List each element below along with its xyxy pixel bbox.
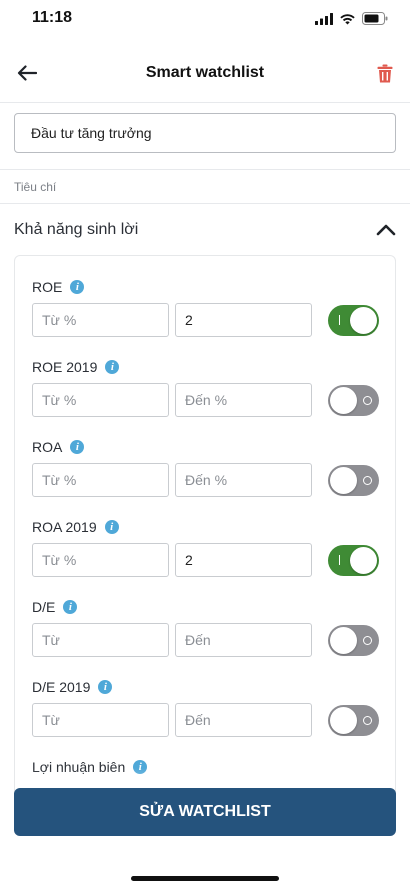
criteria-label: Tiêu chí <box>14 180 57 194</box>
name-divider <box>0 169 410 170</box>
info-icon[interactable]: i <box>70 280 85 294</box>
info-icon[interactable]: i <box>105 360 120 374</box>
criterion-toggle[interactable] <box>328 545 379 576</box>
criterion-de: D/E i <box>15 597 395 677</box>
criteria-card: ROE i ROE 2019 i ROA i ROA 2019 i <box>14 255 396 815</box>
from-input[interactable] <box>32 303 169 337</box>
criterion-toggle[interactable] <box>328 305 379 336</box>
to-input[interactable] <box>175 303 312 337</box>
info-icon[interactable]: i <box>70 440 85 454</box>
criterion-de-2019: D/E 2019 i <box>15 677 395 757</box>
info-icon[interactable]: i <box>63 600 78 614</box>
to-input[interactable] <box>175 463 312 497</box>
criterion-roe-2019: ROE 2019 i <box>15 357 395 437</box>
navigation-bar: Smart watchlist <box>0 46 410 100</box>
home-indicator <box>131 876 279 881</box>
criterion-toggle[interactable] <box>328 385 379 416</box>
status-time: 11:18 <box>32 9 73 26</box>
to-input[interactable] <box>175 623 312 657</box>
to-input[interactable] <box>175 703 312 737</box>
wifi-icon <box>340 13 355 24</box>
edit-watchlist-button[interactable]: SỬA WATCHLIST <box>14 788 396 836</box>
section-title: Khả năng sinh lời <box>14 221 139 238</box>
criterion-roe: ROE i <box>15 277 395 357</box>
criterion-roa-2019: ROA 2019 i <box>15 517 395 597</box>
from-input[interactable] <box>32 703 169 737</box>
from-input[interactable] <box>32 543 169 577</box>
criterion-roa: ROA i <box>15 437 395 517</box>
criterion-label: ROE 2019 <box>32 359 98 375</box>
criterion-label: ROA <box>32 439 63 455</box>
status-bar: 11:18 <box>0 0 410 40</box>
criterion-label: ROA 2019 <box>32 519 97 535</box>
criterion-toggle[interactable] <box>328 625 379 656</box>
delete-watchlist-button[interactable] <box>370 58 400 88</box>
trash-icon <box>377 64 393 82</box>
from-input[interactable] <box>32 623 169 657</box>
to-input[interactable] <box>175 543 312 577</box>
battery-icon <box>362 12 388 25</box>
criterion-toggle[interactable] <box>328 705 379 736</box>
chevron-up-icon <box>376 224 396 236</box>
header-divider <box>0 102 410 103</box>
section-header-profitability[interactable]: Khả năng sinh lời <box>0 204 410 254</box>
cellular-signal-icon <box>315 12 333 25</box>
status-icons <box>315 12 388 25</box>
info-icon[interactable]: i <box>98 680 113 694</box>
criterion-label: D/E <box>32 599 56 615</box>
criterion-toggle[interactable] <box>328 465 379 496</box>
criterion-label: D/E 2019 <box>32 679 91 695</box>
watchlist-name-input[interactable] <box>14 113 396 153</box>
criterion-label: ROE <box>32 279 63 295</box>
to-input[interactable] <box>175 383 312 417</box>
from-input[interactable] <box>32 463 169 497</box>
info-icon[interactable]: i <box>104 520 119 534</box>
page-title: Smart watchlist <box>145 64 265 81</box>
from-input[interactable] <box>32 383 169 417</box>
